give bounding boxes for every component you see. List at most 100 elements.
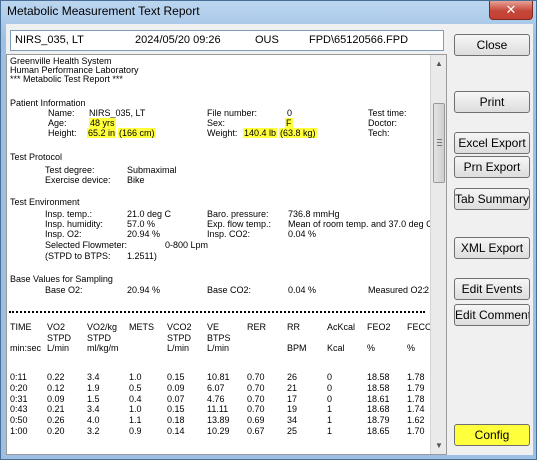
- table-header-cell: ml/kg/m: [87, 343, 119, 353]
- dotted-separator: [9, 311, 425, 313]
- baro-pressure-value: 736.8 mmHg: [288, 209, 340, 219]
- base-co2-value: 0.04 %: [288, 285, 317, 295]
- tab-summary-button[interactable]: Tab Summary: [454, 188, 530, 210]
- table-cell: 3.4: [87, 372, 100, 382]
- table-cell: 0.18: [167, 415, 185, 426]
- table-cell: 0:20: [10, 382, 28, 393]
- table-cell: 0.70: [247, 393, 265, 404]
- baro-pressure-label: Baro. pressure:: [207, 209, 269, 219]
- table-cell: 18.61: [367, 393, 390, 404]
- insp-co2-label: Insp. CO2:: [207, 229, 251, 239]
- table-header-cell: RR: [287, 322, 300, 332]
- table-cell: 17: [287, 393, 298, 404]
- protocol-section-title: Test Protocol: [10, 152, 63, 162]
- window-close-icon[interactable]: ✕: [489, 1, 533, 20]
- base-o2-value: 20.94 %: [127, 285, 161, 295]
- base-co2-label: Base CO2:: [207, 285, 252, 295]
- table-header-cell: FECO: [407, 322, 433, 332]
- table-cell: 0.09: [47, 393, 65, 404]
- flowmeter-value: 0-800 Lpm: [165, 240, 209, 250]
- exercise-device-value: Bike: [127, 175, 145, 185]
- table-cell: 0: [327, 382, 333, 393]
- table-cell: 0.07: [167, 393, 185, 404]
- table-cell: 0:43: [10, 404, 28, 415]
- table-cell: 0: [327, 393, 333, 404]
- table-cell: 0.67: [247, 426, 265, 436]
- table-header-cell: VO2: [47, 322, 66, 332]
- table-header-cell: STPD: [167, 332, 192, 343]
- scroll-down-icon[interactable]: ▼: [431, 437, 446, 454]
- patient-section-title: Patient Information: [10, 98, 86, 108]
- table-cell: 1.5: [87, 393, 100, 404]
- insp-co2-value: 0.04 %: [288, 229, 317, 239]
- subject-name: NIRS_035, LT: [15, 34, 84, 46]
- vertical-scrollbar[interactable]: ▲ ▼: [430, 55, 446, 454]
- table-cell: 1:00: [10, 426, 28, 436]
- table-cell: 1.78: [407, 393, 425, 404]
- table-header-cell: Kcal: [327, 343, 345, 353]
- environment-section-title: Test Environment: [10, 197, 80, 207]
- table-cell: 6.07: [207, 382, 225, 393]
- edit-events-button[interactable]: Edit Events: [454, 278, 530, 300]
- table-cell: 1.70: [407, 426, 425, 436]
- table-cell: 1.0: [129, 372, 142, 382]
- scroll-thumb[interactable]: [433, 103, 445, 183]
- table-cell: 1: [327, 426, 333, 436]
- report-text-area[interactable]: Greenville Health System Human Performan…: [6, 54, 447, 455]
- table-cell: 0.15: [167, 372, 185, 382]
- table-cell: 1.62: [407, 415, 425, 426]
- age-label: Age:: [48, 118, 67, 128]
- doctor-label: Doctor:: [368, 118, 398, 128]
- file-path: FPD\65120566.FPD: [309, 34, 409, 46]
- scroll-up-icon[interactable]: ▲: [431, 55, 446, 72]
- table-cell: 0.70: [247, 404, 265, 415]
- close-button[interactable]: Close: [454, 34, 530, 56]
- table-cell: 18.79: [367, 415, 390, 426]
- table-cell: 19: [287, 404, 298, 415]
- edit-comment-button[interactable]: Edit Comment: [454, 304, 530, 326]
- status-code: OUS: [255, 34, 279, 46]
- table-cell: 1.0: [129, 404, 142, 415]
- table-header-cell: AcKcal: [327, 322, 356, 332]
- measured-o2-label: Measured O2:: [368, 285, 426, 295]
- table-cell: 0:31: [10, 393, 28, 404]
- insp-o2-label: Insp. O2:: [45, 229, 82, 239]
- table-header-cell: BTPS: [207, 332, 231, 343]
- report-header-bar: NIRS_035, LT 2024/05/20 09:26 OUS FPD\65…: [10, 30, 444, 51]
- flowmeter-label: Selected Flowmeter:: [45, 240, 128, 250]
- insp-temp-value: 21.0 deg C: [127, 209, 172, 219]
- name-value: NIRS_035, LT: [89, 108, 146, 118]
- stpd-btps-label: (STPD to BTPS:: [45, 251, 111, 261]
- table-header-cell: L/min: [167, 343, 190, 353]
- stpd-btps-value: 1.2511): [127, 251, 157, 261]
- excel-export-button[interactable]: Excel Export: [454, 132, 530, 154]
- table-cell: 3.2: [87, 426, 100, 436]
- client-area: NIRS_035, LT 2024/05/20 09:26 OUS FPD\65…: [6, 24, 533, 455]
- table-cell: 34: [287, 415, 298, 426]
- table-cell: 21: [287, 382, 298, 393]
- table-cell: 0.09: [167, 382, 185, 393]
- table-cell: 0.22: [47, 372, 65, 382]
- insp-humidity-value: 57.0 %: [127, 219, 156, 229]
- prn-export-button[interactable]: Prn Export: [454, 156, 530, 178]
- table-cell: 0.9: [129, 426, 142, 436]
- table-cell: 3.4: [87, 404, 100, 415]
- window-title: Metabolic Measurement Text Report: [7, 4, 200, 18]
- table-header-cell: BPM: [287, 343, 307, 353]
- table-cell: 0.15: [167, 404, 185, 415]
- report-window: Metabolic Measurement Text Report ✕ NIRS…: [0, 0, 537, 460]
- config-button[interactable]: Config: [454, 424, 530, 446]
- xml-export-button[interactable]: XML Export: [454, 237, 530, 259]
- title-bar[interactable]: Metabolic Measurement Text Report ✕: [1, 1, 536, 23]
- table-cell: 4.0: [87, 415, 100, 426]
- insp-o2-value: 20.94 %: [127, 229, 161, 239]
- table-cell: 0.20: [47, 426, 65, 436]
- table-header-cell: %: [407, 343, 416, 353]
- table-cell: 11.11: [207, 404, 229, 415]
- table-cell: 0.70: [247, 382, 265, 393]
- table-cell: 10.81: [207, 372, 230, 382]
- table-cell: 0.70: [247, 372, 265, 382]
- print-button[interactable]: Print: [454, 91, 530, 113]
- insp-humidity-label: Insp. humidity:: [45, 219, 104, 229]
- table-cell: 1: [327, 404, 333, 415]
